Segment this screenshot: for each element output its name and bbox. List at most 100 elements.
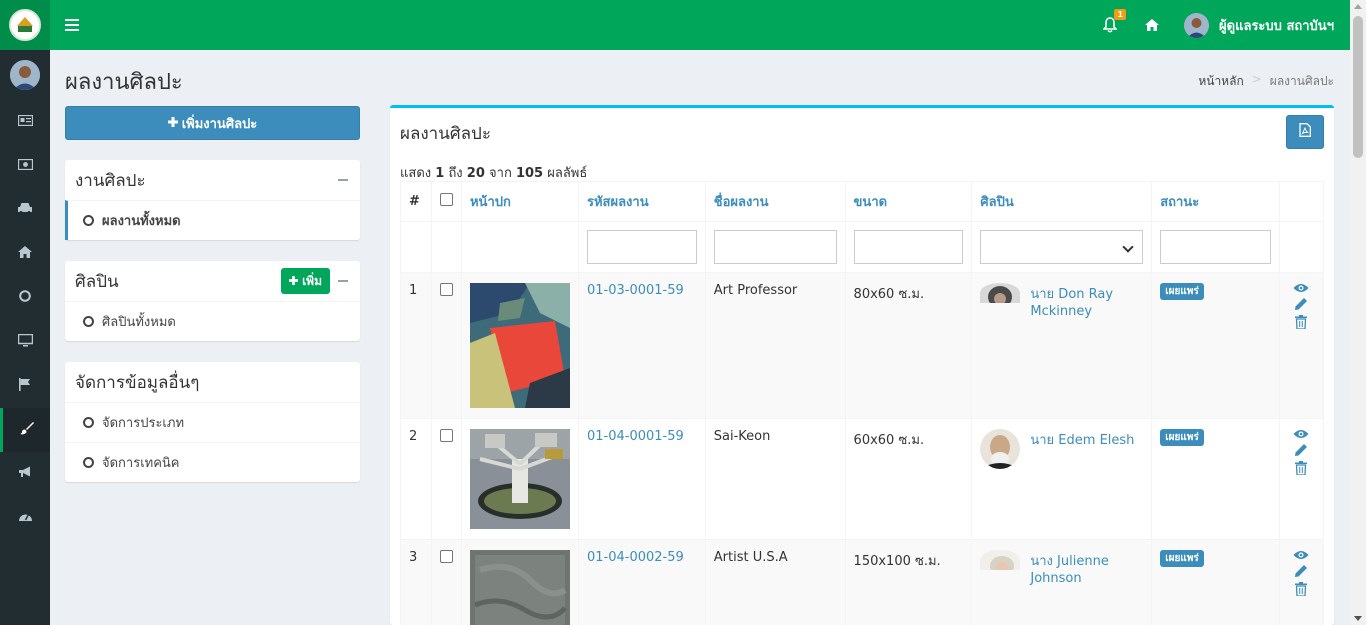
artwork-code-link[interactable]: 01-04-0001-59 xyxy=(587,429,684,444)
delete-trash-icon[interactable] xyxy=(1295,461,1308,475)
logo[interactable] xyxy=(0,0,50,50)
artist-link[interactable]: นาง Julienne Johnson xyxy=(1030,550,1143,586)
collapse-icon[interactable] xyxy=(338,280,348,282)
car-icon xyxy=(17,202,33,218)
col-size[interactable]: ขนาด xyxy=(844,181,973,222)
sidebar-item-circle[interactable] xyxy=(0,276,50,320)
row-checkbox[interactable] xyxy=(439,429,453,442)
artist-cell: นาง Julienne Johnson xyxy=(971,539,1153,625)
col-name[interactable]: ชื่อผลงาน xyxy=(704,181,846,222)
filter-cell xyxy=(971,221,1153,273)
row-select-cell xyxy=(430,539,462,625)
home-icon[interactable] xyxy=(1142,15,1162,35)
sidebar-item-artwork[interactable] xyxy=(0,408,50,452)
artwork-code-link[interactable]: 01-03-0001-59 xyxy=(587,283,684,298)
filter-row xyxy=(400,221,1325,273)
table-row: 1 01-03-0001-59 Art Professor 80x60 ซ.ม. xyxy=(400,272,1325,419)
artwork-cover-image[interactable] xyxy=(469,550,570,625)
col-code[interactable]: รหัสผลงาน xyxy=(577,181,706,222)
row-number: 3 xyxy=(400,539,432,625)
sidebar-item-dashboard[interactable] xyxy=(0,496,50,540)
sidebar-item-id-card[interactable] xyxy=(0,100,50,144)
artwork-size: 80x60 ซ.ม. xyxy=(844,272,973,419)
row-select-cell xyxy=(430,272,462,419)
name-filter-input[interactable] xyxy=(713,230,837,264)
cover-cell xyxy=(460,418,579,540)
artist-filter-select[interactable] xyxy=(980,230,1144,264)
table-row: 3 01-04-0002-59 Artist U.S.A 150x100 ซ.ม… xyxy=(400,539,1325,625)
row-checkbox[interactable] xyxy=(439,550,453,563)
row-checkbox[interactable] xyxy=(439,283,453,296)
artist-link[interactable]: นาย Don Ray Mckinney xyxy=(1030,283,1143,319)
sidebar-item-flag[interactable] xyxy=(0,364,50,408)
artist-avatar xyxy=(980,429,1021,469)
money-icon xyxy=(17,158,33,174)
summary-to: 20 xyxy=(466,166,485,181)
sidebar-avatar[interactable] xyxy=(10,60,40,90)
filter-cell xyxy=(400,221,432,273)
sidebar-item-home[interactable] xyxy=(0,232,50,276)
nav-manage-types-label: จัดการประเภท xyxy=(102,416,185,431)
code-filter-input[interactable] xyxy=(586,230,697,264)
col-status[interactable]: สถานะ xyxy=(1151,181,1280,222)
circle-icon xyxy=(83,316,94,327)
status-badge: เผยแพร่ xyxy=(1160,550,1204,567)
cover-cell xyxy=(460,539,579,625)
size-filter-input[interactable] xyxy=(853,230,964,264)
view-eye-icon[interactable] xyxy=(1293,283,1309,293)
menu-toggle-icon[interactable] xyxy=(65,19,79,31)
add-artwork-label: เพิ่มงานศิลปะ xyxy=(181,116,258,132)
notification-bell-icon[interactable]: 1 xyxy=(1100,9,1127,35)
page-scrollbar[interactable] xyxy=(1350,0,1366,625)
collapse-icon[interactable] xyxy=(338,179,348,181)
scrollbar-thumb[interactable] xyxy=(1353,16,1363,158)
select-all-checkbox[interactable] xyxy=(439,193,453,206)
col-artist[interactable]: ศิลปิน xyxy=(971,181,1153,222)
add-artwork-button[interactable]: เพิ่มงานศิลปะ xyxy=(65,106,360,140)
edit-pencil-icon[interactable] xyxy=(1294,564,1308,578)
row-number: 1 xyxy=(400,272,432,419)
nav-manage-techniques-label: จัดการเทคนิค xyxy=(102,456,180,471)
col-cover[interactable]: หน้าปก xyxy=(460,181,579,222)
nav-manage-techniques[interactable]: จัดการเทคนิค xyxy=(65,442,360,482)
edit-pencil-icon[interactable] xyxy=(1294,443,1308,457)
circle-icon xyxy=(19,290,31,306)
nav-all-artworks[interactable]: ผลงานทั้งหมด xyxy=(65,200,360,240)
artwork-table: # หน้าปก รหัสผลงาน ชื่อผลงาน ขนาด ศิลปิน… xyxy=(400,181,1325,625)
plus-icon xyxy=(288,274,298,288)
nav-all-artists[interactable]: ศิลปินทั้งหมด xyxy=(65,301,360,341)
delete-trash-icon[interactable] xyxy=(1295,315,1308,329)
artist-link[interactable]: นาย Edem Elesh xyxy=(1030,429,1134,469)
breadcrumb-home[interactable]: หน้าหลัก xyxy=(1198,72,1243,91)
view-eye-icon[interactable] xyxy=(1293,550,1309,560)
artwork-cover-image[interactable] xyxy=(469,283,570,408)
scroll-down-icon[interactable] xyxy=(1354,616,1362,621)
status-filter-input[interactable] xyxy=(1160,230,1271,264)
artwork-cover-image[interactable] xyxy=(469,429,570,529)
sidebar-item-money[interactable] xyxy=(0,144,50,188)
add-artist-label: เพิ่ม xyxy=(302,274,322,288)
delete-trash-icon[interactable] xyxy=(1295,582,1308,596)
user-name[interactable]: ผู้ดูแลระบบ สถาบันฯ xyxy=(1219,15,1334,36)
summary-of-word: จาก xyxy=(489,166,512,181)
sidebar-item-car[interactable] xyxy=(0,188,50,232)
edit-pencil-icon[interactable] xyxy=(1294,297,1308,311)
row-select-cell xyxy=(430,418,462,540)
artwork-size: 60x60 ซ.ม. xyxy=(844,418,973,540)
artist-box: ศิลปิน เพิ่ม ศิลปินทั้งหมด xyxy=(65,261,360,341)
view-eye-icon[interactable] xyxy=(1293,429,1309,439)
sidebar-item-megaphone[interactable] xyxy=(0,452,50,496)
add-artist-button[interactable]: เพิ่ม xyxy=(280,268,330,294)
paint-brush-icon xyxy=(19,421,34,439)
export-pdf-button[interactable] xyxy=(1286,115,1324,149)
home-icon xyxy=(18,246,32,262)
nav-all-artists-label: ศิลปินทั้งหมด xyxy=(102,315,176,330)
id-card-icon xyxy=(17,114,33,130)
summary-total: 105 xyxy=(515,166,544,181)
user-avatar[interactable] xyxy=(1184,12,1210,38)
scroll-up-icon[interactable] xyxy=(1354,4,1362,9)
cover-cell xyxy=(460,272,579,419)
nav-manage-types[interactable]: จัดการประเภท xyxy=(65,402,360,442)
sidebar-item-monitor[interactable] xyxy=(0,320,50,364)
artwork-code-link[interactable]: 01-04-0002-59 xyxy=(587,550,684,565)
